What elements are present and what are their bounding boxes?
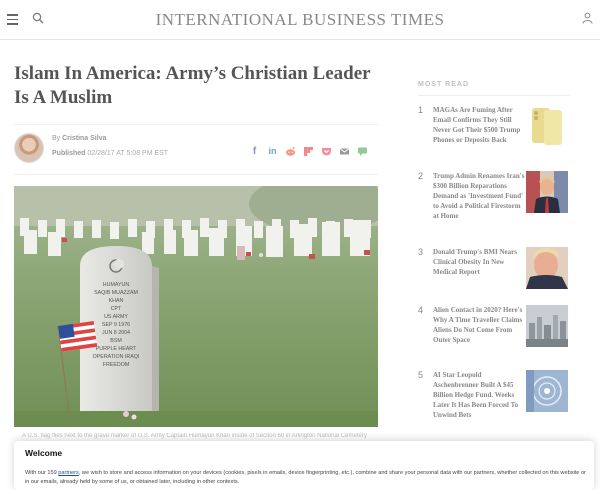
comment-icon[interactable]: [357, 146, 368, 157]
byline: By Cristina Silva: [52, 135, 106, 142]
headstone-text-line: PURPLE HEART: [96, 346, 137, 352]
gold-phone-image: [526, 105, 568, 147]
divider: [14, 124, 378, 125]
published-date: 02/28/17 AT 5:08 PM EST: [87, 150, 169, 157]
reddit-icon[interactable]: [285, 146, 296, 157]
headstone-text-line: FREEDOM: [103, 362, 130, 368]
item-number: 4: [418, 305, 424, 315]
cookie-text-before: With our 159: [25, 470, 59, 476]
item-number: 5: [418, 370, 424, 380]
headstone-text-line: US ARMY: [104, 314, 128, 320]
ai-graphic-image: [526, 370, 568, 412]
item-number: 3: [418, 247, 424, 257]
site-logo[interactable]: INTERNATIONAL BUSINESS TIMES: [0, 10, 600, 30]
cookie-consent-dialog: Welcome With our 159 partners, we wish t…: [14, 441, 594, 490]
item-headline[interactable]: Donald Trump's BMI Nears Clinical Obesit…: [433, 247, 525, 277]
author-avatar[interactable]: [14, 133, 44, 163]
arlington-cemetery-photo: HUMAYUN SAQIB MUAZZAM KHAN CPT US ARMY S…: [14, 186, 378, 427]
byline-prefix: By: [52, 135, 61, 142]
item-thumbnail[interactable]: [526, 171, 568, 213]
linkedin-icon[interactable]: in: [267, 146, 278, 157]
headstone-text-line: HUMAYUN: [103, 282, 130, 288]
pocket-icon[interactable]: [321, 146, 332, 157]
author-link[interactable]: Cristina Silva: [62, 135, 106, 142]
cookie-text-after: , we wish to store and access informatio…: [25, 470, 586, 485]
item-thumbnail[interactable]: [526, 370, 568, 412]
headstone-text-line: BSM: [110, 338, 121, 344]
facebook-icon[interactable]: f: [249, 146, 260, 157]
image-caption: A U.S. flag flies next to the grave mark…: [22, 433, 367, 439]
item-thumbnail[interactable]: [526, 305, 568, 347]
email-icon[interactable]: [339, 146, 350, 157]
published-line: Published 02/28/17 AT 5:08 PM EST: [52, 150, 168, 157]
item-headline[interactable]: AI Star Leopold Aschenbrenner Built A $4…: [433, 370, 525, 420]
item-headline[interactable]: Alien Contact in 2020? Here's Why A Time…: [433, 305, 525, 345]
item-headline[interactable]: Trump Admin Renames Iran's $300 Billion …: [433, 171, 525, 221]
item-thumbnail[interactable]: [526, 247, 568, 289]
cookie-dialog-title: Welcome: [25, 448, 63, 458]
headstone-text-line: OPERATION IRAQI: [93, 354, 140, 360]
share-bar: f in: [249, 144, 368, 158]
city-skyline-image: [526, 305, 568, 347]
divider: [418, 95, 570, 96]
flipboard-icon[interactable]: [303, 146, 314, 157]
cookie-dialog-text: With our 159 partners, we wish to store …: [25, 469, 587, 487]
item-thumbnail[interactable]: [526, 105, 568, 147]
most-read-heading: MOST READ: [418, 81, 469, 88]
item-number: 1: [418, 105, 424, 115]
headstone-text-line: CPT: [111, 306, 122, 312]
article-title: Islam In America: Army’s Christian Leade…: [14, 63, 371, 108]
top-navigation-bar: INTERNATIONAL BUSINESS TIMES: [0, 0, 600, 40]
headstone-text-line: KHAN: [109, 298, 124, 304]
trump-closeup-image: [526, 247, 568, 289]
item-number: 2: [418, 171, 424, 181]
published-label: Published: [52, 150, 86, 157]
article-hero-image: HUMAYUN SAQIB MUAZZAM KHAN CPT US ARMY S…: [14, 186, 378, 427]
user-icon[interactable]: [582, 12, 593, 24]
divider: [14, 174, 378, 175]
partners-link[interactable]: partners: [58, 470, 79, 476]
trump-photo-image: [526, 171, 568, 213]
headstone-text-line: JUN 8 2004: [102, 330, 130, 336]
headstone-text-line: SAQIB MUAZZAM: [94, 290, 138, 296]
headstone-text-line: SEP 9 1976: [102, 322, 130, 328]
item-headline[interactable]: MAGAs Are Fuming After Email Confirms Th…: [433, 105, 525, 145]
